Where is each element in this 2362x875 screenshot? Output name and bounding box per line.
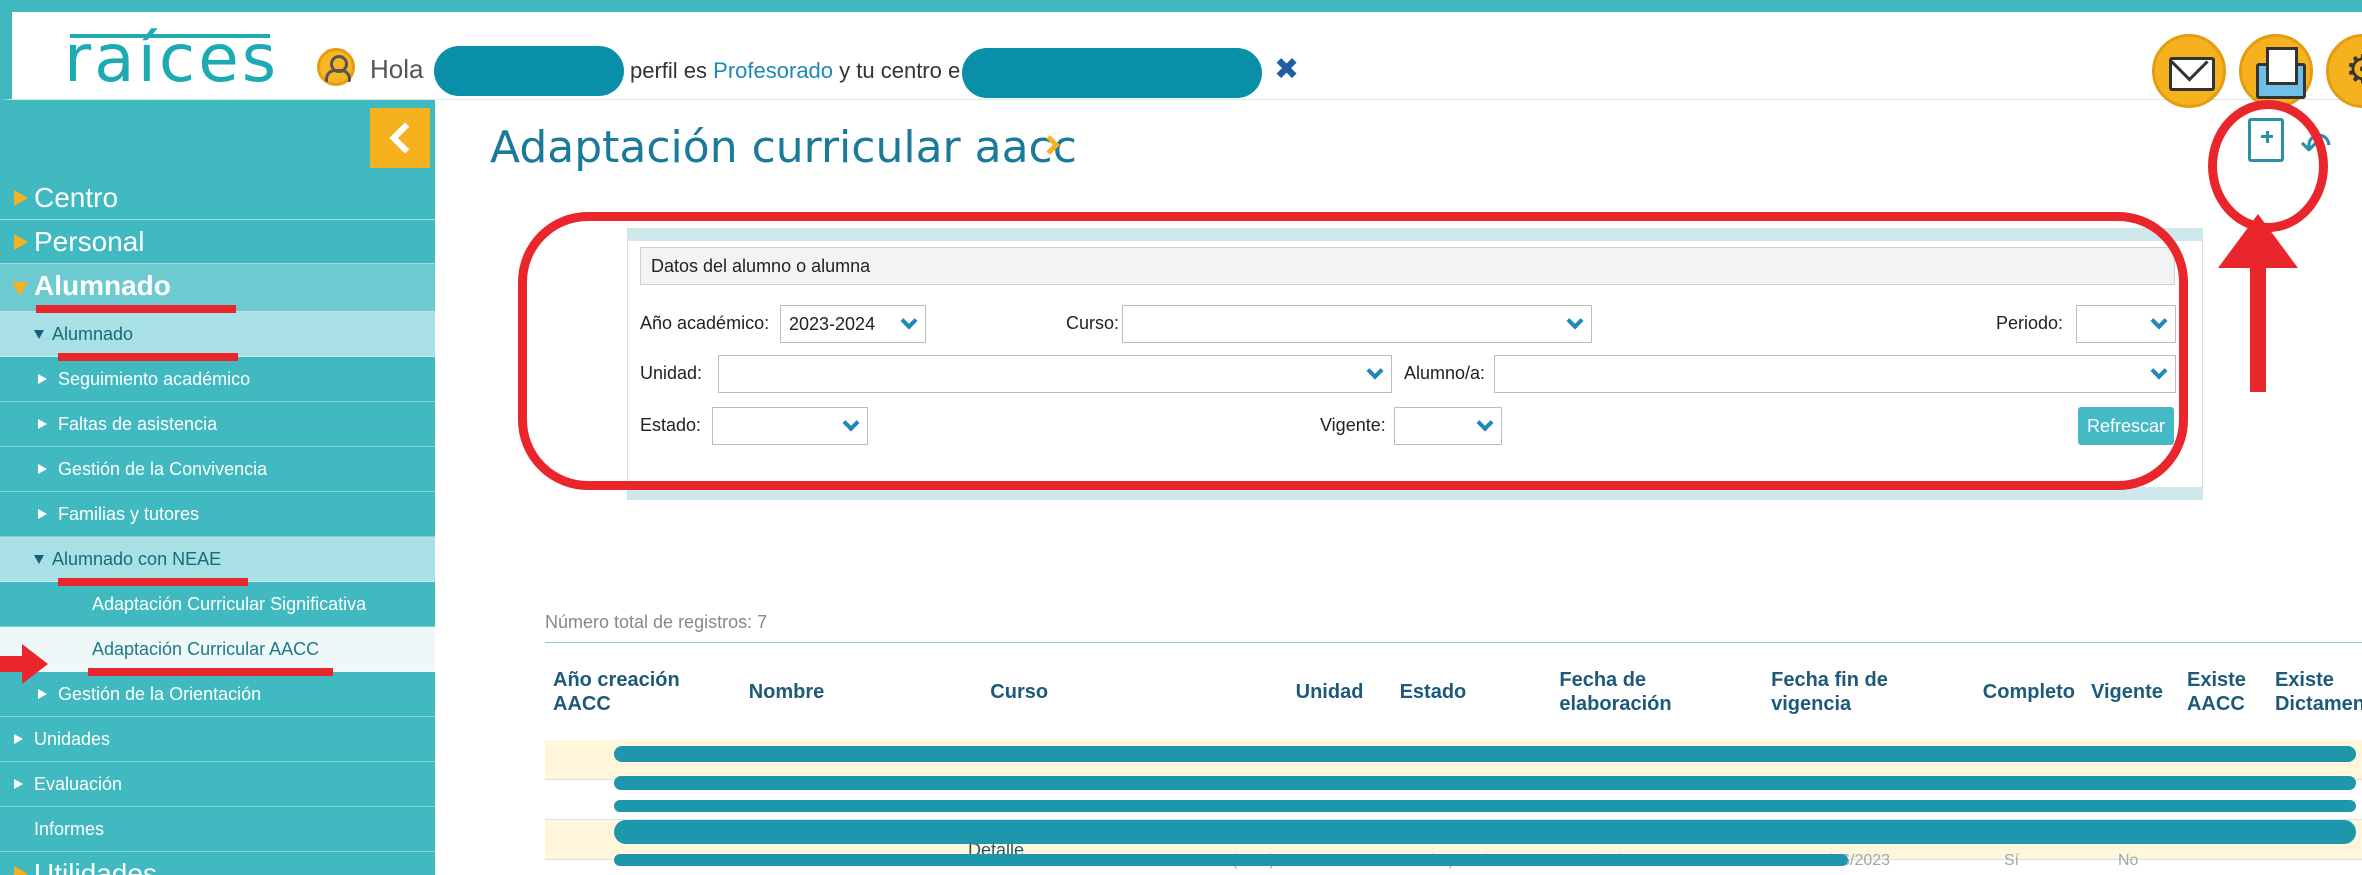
redacted-user-name bbox=[434, 46, 624, 96]
redacted-row bbox=[614, 800, 2356, 812]
sidebar-item-evaluacion[interactable]: Evaluación bbox=[0, 762, 435, 807]
top-header: raíces Hola perfil es Profesorado y tu c… bbox=[0, 0, 2362, 108]
sidebar-sub-alumnado[interactable]: Alumnado bbox=[0, 312, 435, 357]
table-header-row: Año creación AACC Nombre Curso Unidad Es… bbox=[545, 642, 2362, 741]
triangle-right-icon bbox=[14, 779, 23, 789]
redacted-row bbox=[614, 854, 1848, 866]
column-header[interactable]: Año creación AACC bbox=[545, 642, 741, 741]
sidebar-menu: Centro Personal Alumnado Alumnado Seguim… bbox=[0, 100, 435, 875]
triangle-right-icon bbox=[38, 689, 47, 699]
triangle-right-icon bbox=[38, 464, 47, 474]
triangle-right-icon bbox=[14, 234, 28, 250]
raices-logo[interactable]: raíces bbox=[64, 26, 279, 92]
collapse-sidebar-button[interactable] bbox=[370, 108, 430, 168]
column-header[interactable]: Nombre bbox=[740, 642, 983, 741]
greeting-text: Hola bbox=[370, 54, 424, 84]
documents-folder-icon[interactable] bbox=[2239, 34, 2313, 108]
triangle-right-icon bbox=[14, 190, 28, 206]
triangle-down-icon bbox=[34, 330, 44, 339]
column-header[interactable]: Fecha fin de vigencia bbox=[1763, 642, 1975, 741]
total-records: Número total de registros: 7 bbox=[545, 612, 768, 632]
sidebar-sub-familias[interactable]: Familias y tutores bbox=[0, 492, 435, 537]
annotation-right-arrow bbox=[0, 642, 52, 686]
annotation-underline bbox=[88, 668, 333, 676]
redacted-row bbox=[614, 820, 2356, 844]
triangle-down-icon bbox=[12, 282, 28, 296]
profile-prefix: perfil es bbox=[630, 58, 708, 83]
results-table: Año creación AACC Nombre Curso Unidad Es… bbox=[545, 642, 2362, 741]
column-header[interactable]: Existe AACC bbox=[2178, 642, 2267, 741]
column-header[interactable]: Vigente bbox=[2083, 642, 2179, 741]
sidebar-leaf-aacc[interactable]: Adaptación Curricular AACC bbox=[0, 627, 435, 672]
redacted-center-name bbox=[962, 48, 1262, 98]
sidebar-sub-convivencia[interactable]: Gestión de la Convivencia bbox=[0, 447, 435, 492]
column-header[interactable]: Unidad bbox=[1287, 642, 1392, 741]
profile-info: perfil es Profesorado y tu centro e bbox=[630, 58, 960, 84]
triangle-right-icon bbox=[38, 374, 47, 384]
mail-icon[interactable] bbox=[2152, 34, 2226, 108]
sidebar-item-informes[interactable]: Informes bbox=[0, 807, 435, 852]
page-title: Adaptación curricular aacc bbox=[490, 122, 1077, 173]
annotation-circle bbox=[2208, 100, 2328, 232]
triangle-right-icon bbox=[38, 419, 47, 429]
triangle-right-icon bbox=[14, 866, 28, 875]
annotation-rounded-rect bbox=[518, 212, 2188, 490]
profile-role-link[interactable]: Profesorado bbox=[713, 58, 833, 83]
sidebar-sub-faltas[interactable]: Faltas de asistencia bbox=[0, 402, 435, 447]
annotation-underline bbox=[58, 353, 238, 361]
settings-gear-icon[interactable]: ⚙ bbox=[2326, 34, 2362, 108]
sidebar-sub-seguimiento[interactable]: Seguimiento académico bbox=[0, 357, 435, 402]
column-header[interactable]: Completo bbox=[1974, 642, 2084, 741]
sidebar-item-unidades[interactable]: Unidades bbox=[0, 717, 435, 762]
redacted-row bbox=[614, 746, 2356, 762]
row-completo: Sí bbox=[2004, 852, 2020, 869]
column-header[interactable]: Fecha de elaboración bbox=[1551, 642, 1764, 741]
sidebar-item-personal[interactable]: Personal bbox=[0, 220, 435, 264]
profile-center-text: y tu centro e bbox=[839, 58, 961, 83]
sidebar-item-utilidades[interactable]: Utilidades bbox=[0, 852, 435, 875]
sidebar-item-centro[interactable]: Centro bbox=[0, 176, 435, 220]
user-avatar-icon[interactable] bbox=[317, 48, 355, 86]
sidebar-sub-neae[interactable]: Alumnado con NEAE bbox=[0, 537, 435, 582]
column-header[interactable]: Curso bbox=[982, 642, 1288, 741]
annotation-underline bbox=[36, 305, 236, 313]
annotation-underline bbox=[58, 578, 248, 586]
annotation-up-arrow bbox=[2250, 260, 2266, 392]
sidebar-leaf-acs[interactable]: Adaptación Curricular Significativa bbox=[0, 582, 435, 627]
column-header[interactable]: Estado bbox=[1391, 642, 1552, 741]
triangle-right-icon bbox=[38, 509, 47, 519]
sidebar-sub-orientacion[interactable]: Gestión de la Orientación bbox=[0, 672, 435, 717]
gear-glyph: ⚙ bbox=[2345, 47, 2362, 93]
redacted-row bbox=[614, 776, 2356, 790]
row-vigente: No bbox=[2118, 852, 2139, 869]
column-header[interactable]: Existe Dictamen bbox=[2266, 642, 2362, 741]
triangle-down-icon bbox=[34, 555, 44, 564]
triangle-right-icon bbox=[14, 734, 23, 744]
close-session-icon[interactable]: ✖ bbox=[1274, 52, 1299, 87]
